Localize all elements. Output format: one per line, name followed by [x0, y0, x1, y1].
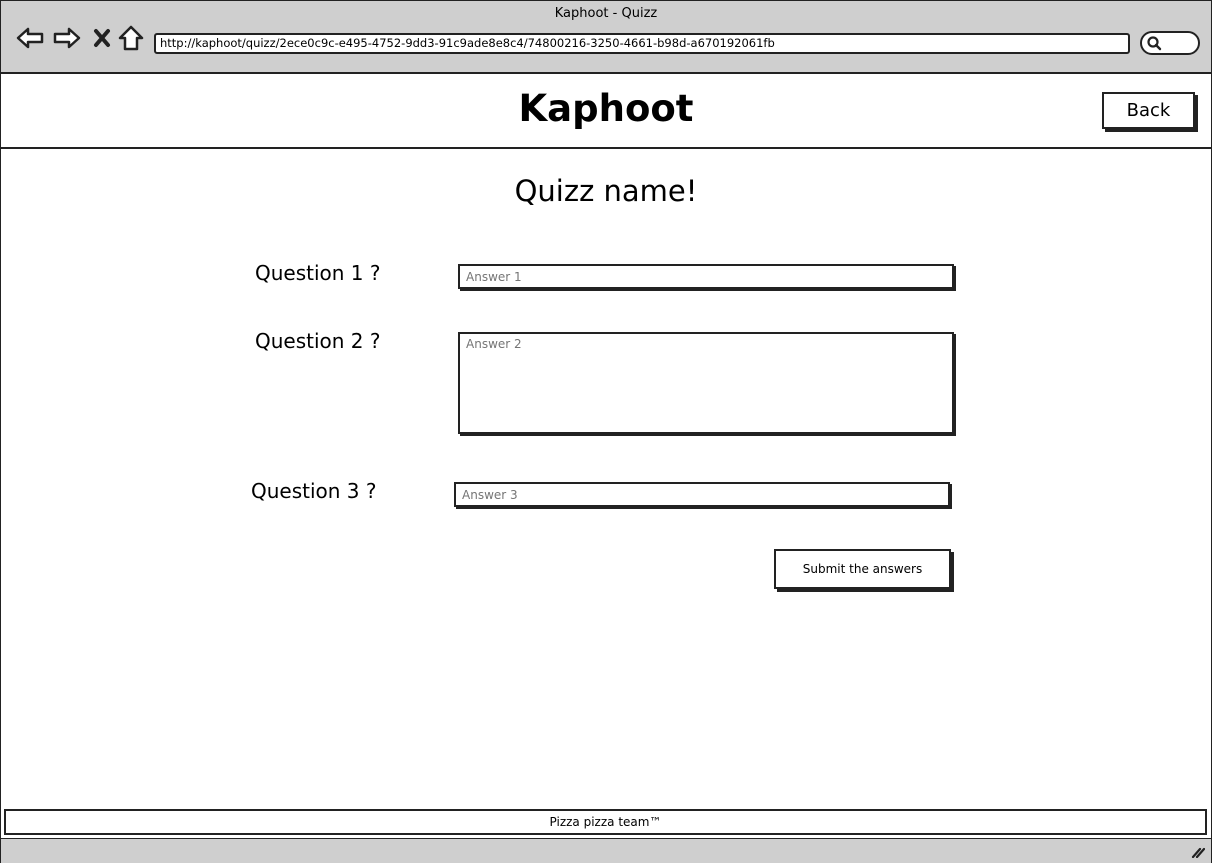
app-brand: Kaphoot — [518, 87, 694, 130]
question-1-label: Question 1 ? — [255, 261, 381, 285]
browser-chrome: Kaphoot - Quizz http://kaphoot/quizz/2ec… — [1, 1, 1211, 74]
answer-2-textarea[interactable] — [458, 332, 954, 434]
close-icon[interactable] — [88, 24, 116, 52]
question-2-label: Question 2 ? — [255, 329, 381, 353]
quiz-title: Quizz name! — [514, 174, 698, 208]
resize-grip-icon[interactable] — [1191, 844, 1205, 858]
question-3-label: Question 3 ? — [251, 479, 377, 503]
forward-arrow-icon[interactable] — [53, 24, 81, 52]
search-icon — [1147, 36, 1162, 51]
browser-search-box[interactable] — [1140, 31, 1200, 55]
window-title: Kaphoot - Quizz — [554, 6, 658, 21]
footer: Pizza pizza team™ — [4, 809, 1207, 835]
app-header: Kaphoot Back — [1, 74, 1211, 149]
answer-1-input[interactable] — [458, 264, 954, 289]
home-icon[interactable] — [117, 24, 145, 52]
back-button[interactable]: Back — [1102, 92, 1195, 129]
status-bar — [1, 838, 1211, 863]
url-bar[interactable]: http://kaphoot/quizz/2ece0c9c-e495-4752-… — [154, 33, 1130, 54]
submit-answers-button[interactable]: Submit the answers — [774, 549, 951, 589]
answer-3-input[interactable] — [454, 482, 950, 507]
back-arrow-icon[interactable] — [16, 24, 44, 52]
browser-window: Kaphoot - Quizz http://kaphoot/quizz/2ec… — [0, 0, 1212, 863]
